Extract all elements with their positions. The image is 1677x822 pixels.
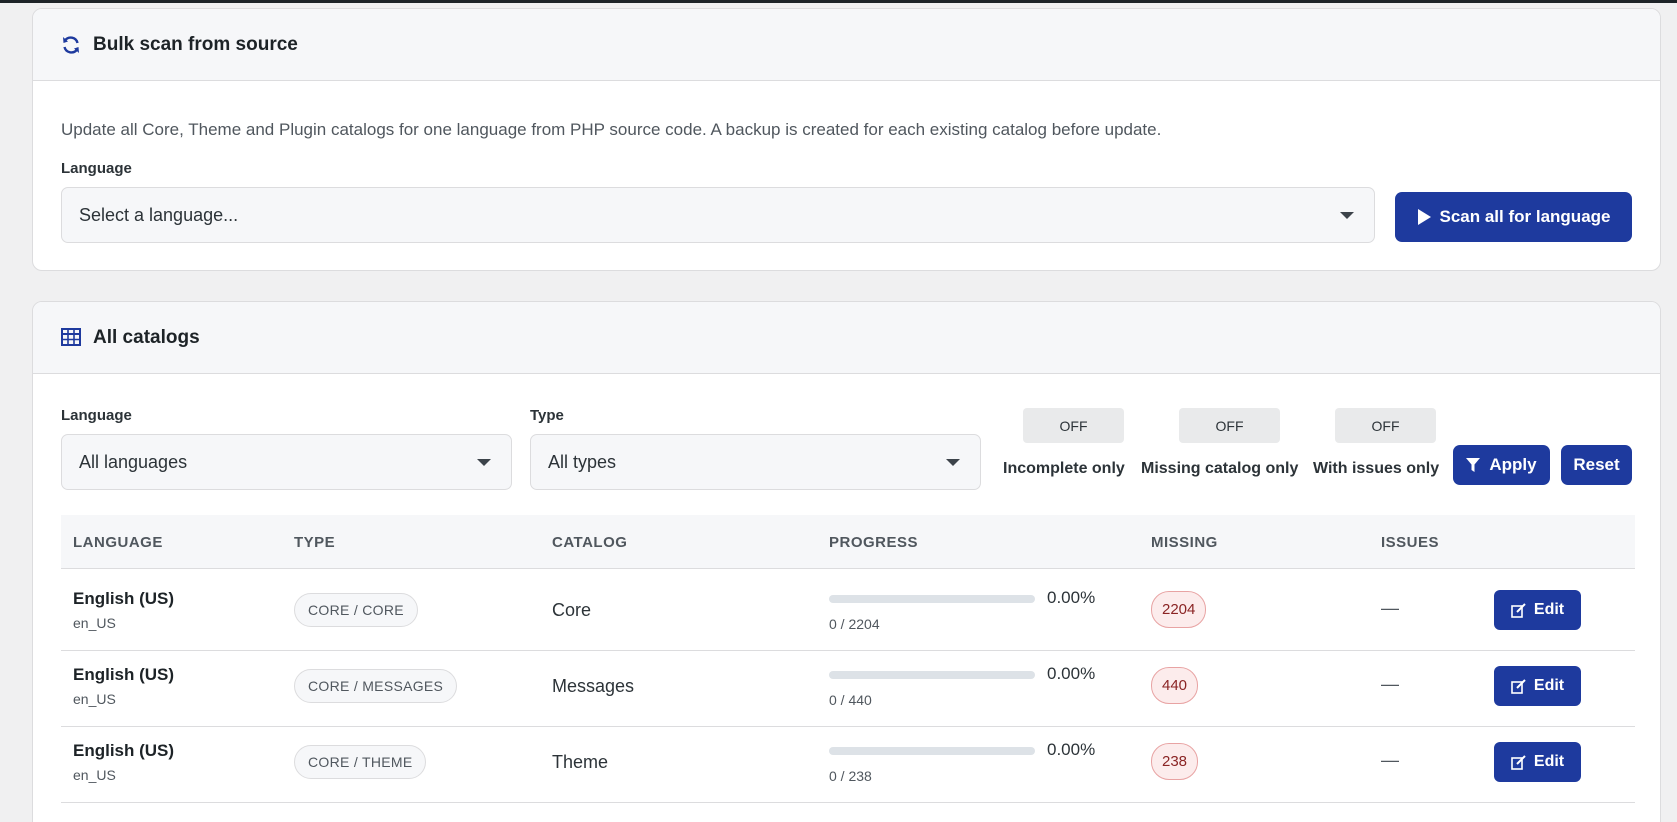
row-catalog: Core xyxy=(552,600,592,620)
row-issues: — xyxy=(1381,598,1399,618)
scan-language-select[interactable]: Select a language... xyxy=(61,187,1375,243)
col-language: LANGUAGE xyxy=(73,534,163,551)
row-language: English (US) xyxy=(73,589,175,608)
row-catalog: Theme xyxy=(552,752,609,772)
row-catalog: Messages xyxy=(552,676,635,696)
row-language: English (US) xyxy=(73,741,175,760)
play-icon xyxy=(1417,209,1431,225)
row-language-code: en_US xyxy=(73,767,116,783)
row-progress-bar xyxy=(829,747,1035,755)
row-language-code: en_US xyxy=(73,615,116,631)
scan-all-button[interactable]: Scan all for language xyxy=(1395,192,1632,242)
filter-icon xyxy=(1466,458,1481,472)
row-type-badge: CORE / CORE xyxy=(294,593,418,627)
row-type-badge: CORE / MESSAGES xyxy=(294,669,458,703)
filter-type-value: All types xyxy=(548,451,617,472)
table-header: LANGUAGE TYPE CATALOG PROGRESS MISSING I… xyxy=(61,515,1635,569)
row-missing-badge: 440 xyxy=(1151,667,1199,704)
row-progress-percent: 0.00% xyxy=(1047,740,1096,759)
row-edit-button[interactable]: Edit xyxy=(1494,590,1581,630)
chevron-down-icon xyxy=(477,459,491,466)
row-issues: — xyxy=(1381,674,1399,694)
with-issues-only-toggle[interactable]: OFF xyxy=(1335,408,1436,443)
scan-language-placeholder: Select a language... xyxy=(79,204,239,225)
all-catalogs-title: All catalogs xyxy=(93,326,200,348)
row-missing-badge: 2204 xyxy=(1151,591,1207,628)
missing-catalog-only-toggle[interactable]: OFF xyxy=(1179,408,1280,443)
filter-language-value: All languages xyxy=(79,451,188,472)
table-row: English (US) en_US CORE / THEME Theme 0.… xyxy=(61,721,1635,803)
chevron-down-icon xyxy=(946,459,960,466)
edit-icon xyxy=(1511,602,1526,618)
all-catalogs-header: All catalogs xyxy=(33,302,1660,374)
row-missing-badge: 238 xyxy=(1151,743,1199,780)
row-language-code: en_US xyxy=(73,691,116,707)
chevron-down-icon xyxy=(1340,212,1354,219)
language-label: Language xyxy=(61,160,132,177)
reset-label: Reset xyxy=(1573,455,1620,474)
col-issues: ISSUES xyxy=(1381,534,1440,551)
row-progress-count: 0 / 440 xyxy=(829,692,872,708)
refresh-icon xyxy=(61,35,81,55)
apply-button[interactable]: Apply xyxy=(1453,445,1550,485)
row-type-badge: CORE / THEME xyxy=(294,745,427,779)
row-edit-button[interactable]: Edit xyxy=(1494,666,1581,706)
row-progress-bar xyxy=(829,595,1035,603)
table-row: English (US) en_US CORE / CORE Core 0.00… xyxy=(61,569,1635,651)
top-border xyxy=(0,0,1677,3)
row-progress-count: 0 / 238 xyxy=(829,768,872,784)
table-icon xyxy=(61,327,81,348)
table-row: English (US) en_US CORE / MESSAGES Messa… xyxy=(61,645,1635,727)
incomplete-only-toggle[interactable]: OFF xyxy=(1023,408,1124,443)
bulk-scan-title: Bulk scan from source xyxy=(93,33,298,55)
row-issues: — xyxy=(1381,750,1399,770)
all-catalogs-card: All catalogs Language All languages Type… xyxy=(32,301,1661,822)
row-edit-label: Edit xyxy=(1533,601,1565,618)
col-missing: MISSING xyxy=(1151,534,1218,551)
page-margin xyxy=(1661,3,1677,822)
row-progress-bar xyxy=(829,671,1035,679)
row-progress-count: 0 / 2204 xyxy=(829,616,880,632)
bulk-scan-description: Update all Core, Theme and Plugin catalo… xyxy=(61,120,1162,139)
filter-type-select[interactable]: All types xyxy=(530,434,981,490)
edit-icon xyxy=(1511,678,1526,694)
col-catalog: CATALOG xyxy=(552,534,628,551)
bulk-scan-card: Bulk scan from source Update all Core, T… xyxy=(32,8,1661,271)
row-edit-label: Edit xyxy=(1533,753,1565,770)
row-language: English (US) xyxy=(73,665,175,684)
with-issues-only-label: With issues only xyxy=(1313,460,1440,477)
apply-label: Apply xyxy=(1489,455,1537,474)
reset-button[interactable]: Reset xyxy=(1561,445,1632,485)
bulk-scan-header: Bulk scan from source xyxy=(33,9,1660,81)
row-progress-percent: 0.00% xyxy=(1047,588,1096,607)
incomplete-only-label: Incomplete only xyxy=(1003,460,1125,477)
filter-type-label: Type xyxy=(530,407,564,424)
row-edit-button[interactable]: Edit xyxy=(1494,742,1581,782)
row-progress-percent: 0.00% xyxy=(1047,664,1096,683)
filter-language-label: Language xyxy=(61,407,132,424)
row-edit-label: Edit xyxy=(1533,677,1565,694)
scan-all-label: Scan all for language xyxy=(1439,207,1611,226)
col-progress: PROGRESS xyxy=(829,534,919,551)
missing-catalog-only-label: Missing catalog only xyxy=(1141,460,1299,477)
col-type: TYPE xyxy=(294,534,336,551)
filter-language-select[interactable]: All languages xyxy=(61,434,512,490)
edit-icon xyxy=(1511,754,1526,770)
